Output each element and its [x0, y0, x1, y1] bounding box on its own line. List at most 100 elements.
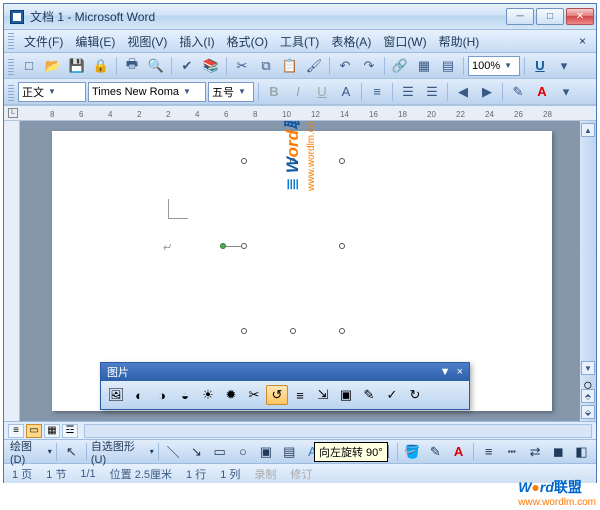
scroll-thumb[interactable] [581, 139, 595, 359]
picture-toolbar-header[interactable]: 图片 ▼× [101, 363, 469, 381]
chevron-down-icon[interactable]: ▼ [504, 61, 512, 70]
reset-picture-icon[interactable]: ↻ [404, 385, 426, 405]
tables-borders-icon[interactable]: ▦ [413, 56, 435, 76]
undo-icon[interactable]: ↶ [334, 56, 356, 76]
fill-color-icon[interactable]: 🪣 [402, 442, 423, 462]
menu-table[interactable]: 表格(A) [325, 31, 377, 52]
cut-icon[interactable]: ✂ [231, 56, 253, 76]
chevron-down-icon[interactable]: ▼ [183, 87, 191, 96]
close-button[interactable]: ✕ [566, 8, 594, 25]
bold-icon[interactable]: B [263, 82, 285, 102]
hyperlink-icon[interactable]: 🔗 [389, 56, 411, 76]
3d-icon[interactable]: ◧ [571, 442, 592, 462]
save-icon[interactable]: 💾 [66, 56, 88, 76]
dash-style-icon[interactable]: ┅ [501, 442, 522, 462]
format-picture-icon[interactable]: ✎ [358, 385, 380, 405]
toolbar-handle[interactable] [8, 57, 14, 75]
less-brightness-icon[interactable]: ✹ [220, 385, 242, 405]
vertical-scrollbar[interactable]: ▲ ▼ ○ ⬘ ⬙ [580, 121, 596, 421]
resize-handle-nw[interactable] [241, 158, 247, 164]
horizontal-ruler[interactable]: L 8642246810121416182022242628 [4, 105, 596, 121]
maximize-button[interactable]: □ [536, 8, 564, 25]
picture-toolbar[interactable]: 图片 ▼× 🖼 ◐ ◑ ◒ ☀ ✹ ✂ ↺ ≡ ⇲ ▣ ✎ ✓ ↻ [100, 362, 470, 410]
resize-handle-se[interactable] [339, 328, 345, 334]
permissions-icon[interactable]: 🔒 [90, 56, 112, 76]
next-page-icon[interactable]: ⬙ [581, 405, 595, 419]
format-painter-icon[interactable]: 🖌 [303, 56, 325, 76]
insert-picture-icon[interactable]: 🖼 [105, 385, 127, 405]
toolbar-handle[interactable] [8, 33, 14, 49]
select-pointer-icon[interactable]: ↖ [61, 442, 82, 462]
prev-page-icon[interactable]: ⬘ [581, 389, 595, 403]
menu-window[interactable]: 窗口(W) [377, 31, 432, 52]
compress-icon[interactable]: ⇲ [312, 385, 334, 405]
italic-icon[interactable]: I [287, 82, 309, 102]
zoom-combo[interactable]: 100%▼ [468, 56, 520, 76]
minimize-button[interactable]: ─ [506, 8, 534, 25]
style-combo[interactable]: 正文▼ [18, 82, 86, 102]
font-size-combo[interactable]: 五号▼ [208, 82, 254, 102]
copy-icon[interactable]: ⧉ [255, 56, 277, 76]
font-combo[interactable]: Times New Roma▼ [88, 82, 206, 102]
numbered-list-icon[interactable]: ☰ [397, 82, 419, 102]
color-mode-icon[interactable]: ◐ [128, 385, 150, 405]
new-doc-icon[interactable]: □ [18, 56, 40, 76]
resize-handle-s[interactable] [290, 328, 296, 334]
menu-tools[interactable]: 工具(T) [274, 31, 325, 52]
paste-icon[interactable]: 📋 [279, 56, 301, 76]
open-icon[interactable]: 📂 [42, 56, 64, 76]
less-contrast-icon[interactable]: ◒ [174, 385, 196, 405]
horizontal-scrollbar[interactable] [84, 424, 592, 438]
arrow-icon[interactable]: ↘ [186, 442, 207, 462]
print-icon[interactable]: 🖶 [121, 56, 143, 76]
outline-view-icon[interactable]: ☲ [62, 424, 78, 438]
underline-icon[interactable]: U [311, 82, 333, 102]
draw-menu[interactable]: 绘图(D) [10, 438, 46, 466]
vertical-textbox-icon[interactable]: ▤ [279, 442, 300, 462]
transparent-icon[interactable]: ✓ [381, 385, 403, 405]
more-icon[interactable]: ▾ [555, 82, 577, 102]
highlight-icon[interactable]: ✎ [507, 82, 529, 102]
align-distribute-icon[interactable]: ≡ [366, 82, 388, 102]
bulleted-list-icon[interactable]: ☰ [421, 82, 443, 102]
page-browse-dot[interactable]: ○ [583, 377, 593, 387]
title-bar[interactable]: 文档 1 - Microsoft Word ─ □ ✕ [4, 4, 596, 30]
resize-handle-ne[interactable] [339, 158, 345, 164]
font-color-icon[interactable]: A [531, 82, 553, 102]
autoshapes-menu[interactable]: 自选图形(U) [91, 438, 148, 466]
web-layout-view-icon[interactable]: ▦ [44, 424, 60, 438]
vertical-ruler[interactable] [4, 121, 20, 421]
font-color-draw-icon[interactable]: A [448, 442, 469, 462]
crop-icon[interactable]: ✂ [243, 385, 265, 405]
oval-icon[interactable]: ○ [232, 442, 253, 462]
scroll-up-icon[interactable]: ▲ [581, 123, 595, 137]
text-wrap-icon[interactable]: ▣ [335, 385, 357, 405]
print-layout-view-icon[interactable]: ▭ [26, 424, 42, 438]
more-icon[interactable]: ▾ [553, 56, 575, 76]
decrease-indent-icon[interactable]: ◀ [452, 82, 474, 102]
textbox-icon[interactable]: ▣ [255, 442, 276, 462]
more-brightness-icon[interactable]: ☀ [197, 385, 219, 405]
resize-handle-e[interactable] [339, 243, 345, 249]
toolbar-options-icon[interactable]: ▼ [440, 366, 451, 378]
menu-format[interactable]: 格式(O) [221, 31, 274, 52]
shadow-icon[interactable]: ◼ [548, 442, 569, 462]
redo-icon[interactable]: ↷ [358, 56, 380, 76]
insert-table-icon[interactable]: ▤ [437, 56, 459, 76]
line-style-icon[interactable]: ≡ [478, 442, 499, 462]
text-border-icon[interactable]: A [335, 82, 357, 102]
toolbar-handle[interactable] [8, 83, 14, 101]
resize-handle-sw[interactable] [241, 328, 247, 334]
more-contrast-icon[interactable]: ◑ [151, 385, 173, 405]
research-icon[interactable]: 📚 [200, 56, 222, 76]
selected-image-object[interactable]: ≣ Word联盟 www.wordlm.com [244, 161, 342, 331]
underline-icon[interactable]: U [529, 56, 551, 76]
spellcheck-icon[interactable]: ✔ [176, 56, 198, 76]
menu-file[interactable]: 文件(F) [18, 31, 69, 52]
print-preview-icon[interactable]: 🔍 [145, 56, 167, 76]
rectangle-icon[interactable]: ▭ [209, 442, 230, 462]
increase-indent-icon[interactable]: ▶ [476, 82, 498, 102]
chevron-down-icon[interactable]: ▼ [238, 87, 246, 96]
rotate-left-icon[interactable]: ↺ [266, 385, 288, 405]
line-icon[interactable]: ＼ [163, 442, 184, 462]
